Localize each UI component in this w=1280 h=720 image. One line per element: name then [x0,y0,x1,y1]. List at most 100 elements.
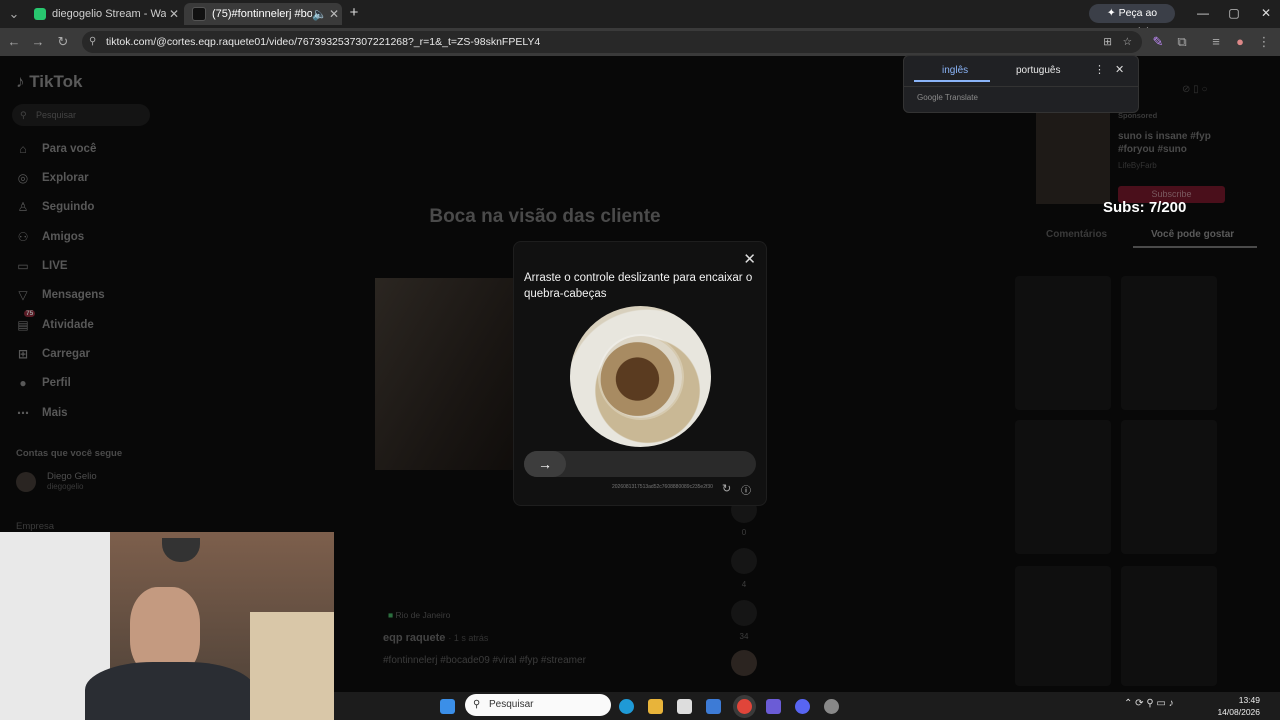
active-tab-indicator [1133,246,1257,248]
pen-extension-icon[interactable]: ✎ [1150,34,1166,50]
tray-icons[interactable]: ⌃ ⟳ ⚲ ▭ ♪ [1124,698,1174,709]
close-icon[interactable]: ✕ [743,250,756,268]
nav-more[interactable]: ⋯ Mais [16,404,68,422]
tab-diegogelio[interactable]: diegogelio Stream - Watch Live ✕ [26,3,182,25]
video-author[interactable]: eqp raquete · 1 s atrás [383,632,488,644]
window-close-icon[interactable]: ✕ [1256,6,1276,20]
windows-taskbar: ⚲ Pesquisar ⌃ ⟳ ⚲ ▭ ♪ 13:49 14/08/2026 [334,692,1280,720]
taskbar-search-input[interactable]: ⚲ Pesquisar [465,694,611,716]
translate-close-icon[interactable]: ✕ [1115,63,1124,76]
company-link[interactable]: Empresa [16,521,54,532]
mail-icon[interactable] [706,699,721,714]
nav-messages[interactable]: ▽ Mensagens [16,286,105,304]
following-name[interactable]: Diego Gelio [47,471,97,482]
audio-icon[interactable]: 🔈 [312,7,327,21]
location-tag[interactable]: ■ Rio de Janeiro [388,610,450,620]
reading-list-icon[interactable]: ≡ [1208,34,1224,50]
teams-icon[interactable] [766,699,781,714]
friends-icon: ⚇ [17,230,29,244]
edge-icon[interactable] [619,699,634,714]
captcha-code: 2026081317513ad52c7608880089c235e2f30 [612,484,713,490]
nav-label: Perfil [42,377,71,389]
webcam-overlay [0,532,334,720]
bookmark-star-icon[interactable]: ☆ [1123,31,1132,53]
store-icon[interactable] [677,699,692,714]
chair [250,612,334,720]
compass-icon: ◎ [17,171,29,185]
close-icon[interactable]: ✕ [166,7,182,21]
extensions-icon[interactable]: ⧉ [1174,34,1190,50]
close-icon[interactable]: ✕ [326,7,342,21]
tiktok-logo[interactable]: ♪ TikTok [16,72,82,92]
taskbar-search-placeholder: Pesquisar [489,699,534,710]
save-button[interactable] [731,548,757,574]
tab-search-icon[interactable]: ⌄ [6,6,22,22]
lang-from-tab[interactable]: inglês [942,65,968,76]
nav-upload[interactable]: ⊞ Carregar [16,345,90,363]
settings-gear-icon[interactable] [824,699,839,714]
location-text: Rio de Janeiro [395,610,451,620]
recommended-video[interactable] [1121,566,1217,686]
nav-following[interactable]: ♙ Seguindo [16,198,95,216]
save-count: 4 [741,580,747,589]
maximize-icon[interactable]: ▢ [1224,6,1244,20]
reload-icon[interactable]: ↻ [55,34,71,50]
recommended-video[interactable] [1015,566,1111,686]
ask-gemini-button[interactable]: ✦ Peça ao Gemini [1089,4,1175,38]
video-title: Boca na visão das cliente [429,206,661,227]
ad-thumbnail[interactable] [1036,112,1110,204]
lang-to-tab[interactable]: português [1016,65,1060,76]
video-hashtags[interactable]: #fontinnelerj #bocade09 #viral #fyp #str… [383,655,586,666]
captcha-slider-track[interactable]: → [524,451,756,477]
nav-label: Atividade [42,319,94,331]
profile-avatar-icon[interactable]: ● [1232,34,1248,50]
chrome-menu-icon[interactable]: ⋮ [1256,34,1272,50]
search-input[interactable]: ⚲ Pesquisar [12,104,150,126]
user-follow-icon: ♙ [17,200,29,214]
nav-profile[interactable]: ● Perfil [16,374,71,392]
discord-icon[interactable] [795,699,810,714]
tab-comments[interactable]: Comentários [1046,229,1107,240]
music-disc[interactable] [731,650,757,676]
refresh-icon[interactable]: ↻ [722,482,731,495]
nav-explore[interactable]: ◎ Explorar [16,169,89,187]
back-icon[interactable]: ← [6,34,22,50]
recommended-video[interactable] [1121,420,1217,554]
tiktok-top-icons[interactable]: ⊘ ▯ ○ [1182,84,1207,95]
recommended-video[interactable] [1015,276,1111,410]
google-translate-popup: inglês português ⋮ ✕ Google Translate [903,55,1139,113]
slider-arrow-icon[interactable]: → [524,451,566,477]
tab-you-may-like[interactable]: Você pode gostar [1151,229,1234,240]
chrome-icon[interactable] [737,699,752,714]
file-explorer-icon[interactable] [648,699,663,714]
tab-tiktok[interactable]: (75)#fontinnelerj #bocade0 🔈 ✕ [184,3,342,25]
share-button[interactable] [731,600,757,626]
nav-for-you[interactable]: ⌂ Para você [16,140,96,158]
subs-counter-overlay: Subs: 7/200 [1103,199,1187,216]
translate-menu-icon[interactable]: ⋮ [1094,63,1105,76]
recommended-video[interactable] [1121,276,1217,410]
info-icon[interactable]: ⓘ [741,482,751,497]
video-player[interactable] [375,278,515,470]
minimize-icon[interactable]: — [1193,6,1213,20]
ad-text[interactable]: suno is insane #fyp #foryou #suno [1118,130,1228,156]
nav-live[interactable]: ▭ LIVE [16,257,67,275]
site-info-icon[interactable]: ⚲ [89,31,96,53]
url-input[interactable]: ⚲ tiktok.com/@cortes.eqp.raquete01/video… [82,31,1142,53]
captcha-dialog: ✕ Arraste o controle deslizante para enc… [513,241,767,506]
nav-activity[interactable]: ▤ Atividade 75 [16,310,94,334]
following-avatar[interactable] [16,472,36,492]
forward-icon[interactable]: → [30,34,46,50]
translate-icon[interactable]: ⊞ [1103,31,1112,53]
taskbar-clock[interactable]: 13:49 14/08/2026 [1217,694,1260,718]
nav-label: Seguindo [42,201,95,213]
nav-label: Mensagens [42,289,105,301]
nav-label: Explorar [42,172,89,184]
recommended-video[interactable] [1015,420,1111,554]
windows-start-icon[interactable] [440,699,455,714]
address-toolbar: ← → ↻ ⚲ tiktok.com/@cortes.eqp.raquete01… [0,28,1280,56]
nav-label: Mais [42,407,68,419]
new-tab-icon[interactable]: + [346,5,362,21]
nav-friends[interactable]: ⚇ Amigos [16,228,85,246]
clock-date: 14/08/2026 [1217,707,1260,717]
